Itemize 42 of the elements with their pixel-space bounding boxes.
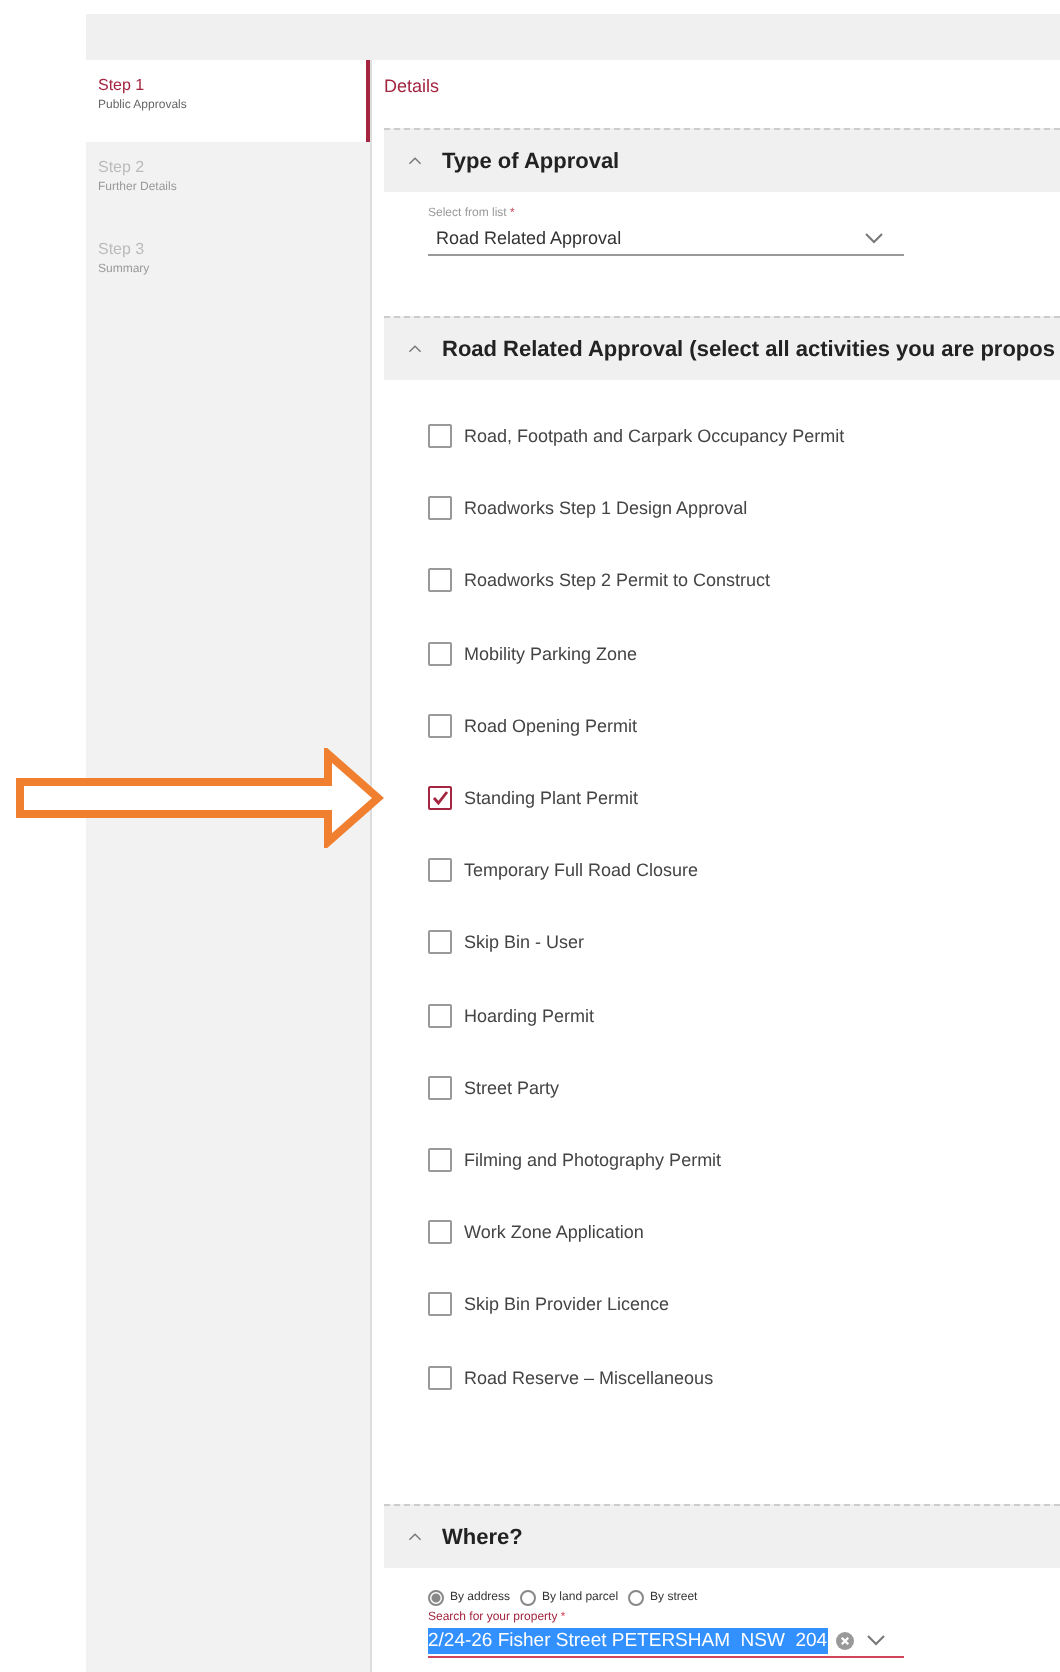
checkbox[interactable] [428, 858, 452, 883]
checkbox[interactable] [428, 1292, 452, 1317]
checkbox[interactable] [428, 713, 452, 738]
select-field[interactable]: Road Related Approval [428, 220, 904, 256]
collapse-icon[interactable] [408, 156, 422, 166]
radio-button[interactable] [428, 1590, 444, 1606]
section-header[interactable]: Road Related Approval (select all activities you are propos [384, 316, 1060, 380]
checkbox-label[interactable]: Filming and Photography Permit [464, 1149, 722, 1170]
checkbox[interactable] [428, 1075, 452, 1100]
checkbox-label[interactable]: Road Opening Permit [464, 715, 638, 736]
checkbox[interactable] [428, 568, 452, 593]
checkbox[interactable] [428, 786, 452, 811]
section-header[interactable]: Where? [384, 1504, 1060, 1568]
checkbox[interactable] [428, 1147, 452, 1172]
collapse-icon[interactable] [408, 344, 422, 354]
checkbox-label[interactable]: Work Zone Application [464, 1222, 644, 1243]
checkbox-label[interactable]: Mobility Parking Zone [464, 643, 638, 664]
collapse-icon[interactable] [408, 1532, 422, 1542]
checkbox[interactable] [428, 930, 452, 955]
checkbox[interactable] [428, 496, 452, 521]
checkbox-label[interactable]: Street Party [464, 1077, 560, 1098]
checkbox[interactable] [428, 1003, 452, 1028]
checkbox-label[interactable]: Hoarding Permit [464, 1005, 595, 1026]
details-tab[interactable]: Details [384, 60, 1060, 128]
section-header[interactable]: Type of Approval [384, 128, 1060, 192]
dropdown-icon[interactable] [865, 1634, 886, 1646]
checkbox[interactable] [428, 424, 452, 449]
checkbox[interactable] [428, 641, 452, 666]
checkbox-label[interactable]: Standing Plant Permit [464, 788, 639, 809]
dropdown-icon[interactable] [864, 231, 884, 243]
radio-button[interactable] [628, 1590, 645, 1606]
checkbox-label[interactable]: Skip Bin - User [464, 932, 585, 953]
checkbox-label[interactable]: Skip Bin Provider Licence [464, 1294, 670, 1315]
checkbox-label[interactable]: Roadworks Step 2 Permit to Construct [464, 570, 771, 591]
radio-button[interactable] [520, 1590, 537, 1606]
checkbox-label[interactable]: Road Reserve – Miscellaneous [464, 1367, 714, 1388]
clear-icon[interactable] [835, 1631, 854, 1649]
checkbox-label[interactable]: Roadworks Step 1 Design Approval [464, 498, 748, 519]
checkbox[interactable] [428, 1220, 452, 1245]
checkbox-label[interactable]: Temporary Full Road Closure [464, 860, 699, 881]
checkbox[interactable] [428, 1365, 452, 1390]
checkbox-label[interactable]: Road, Footpath and Carpark Occupancy Permit [464, 426, 845, 447]
